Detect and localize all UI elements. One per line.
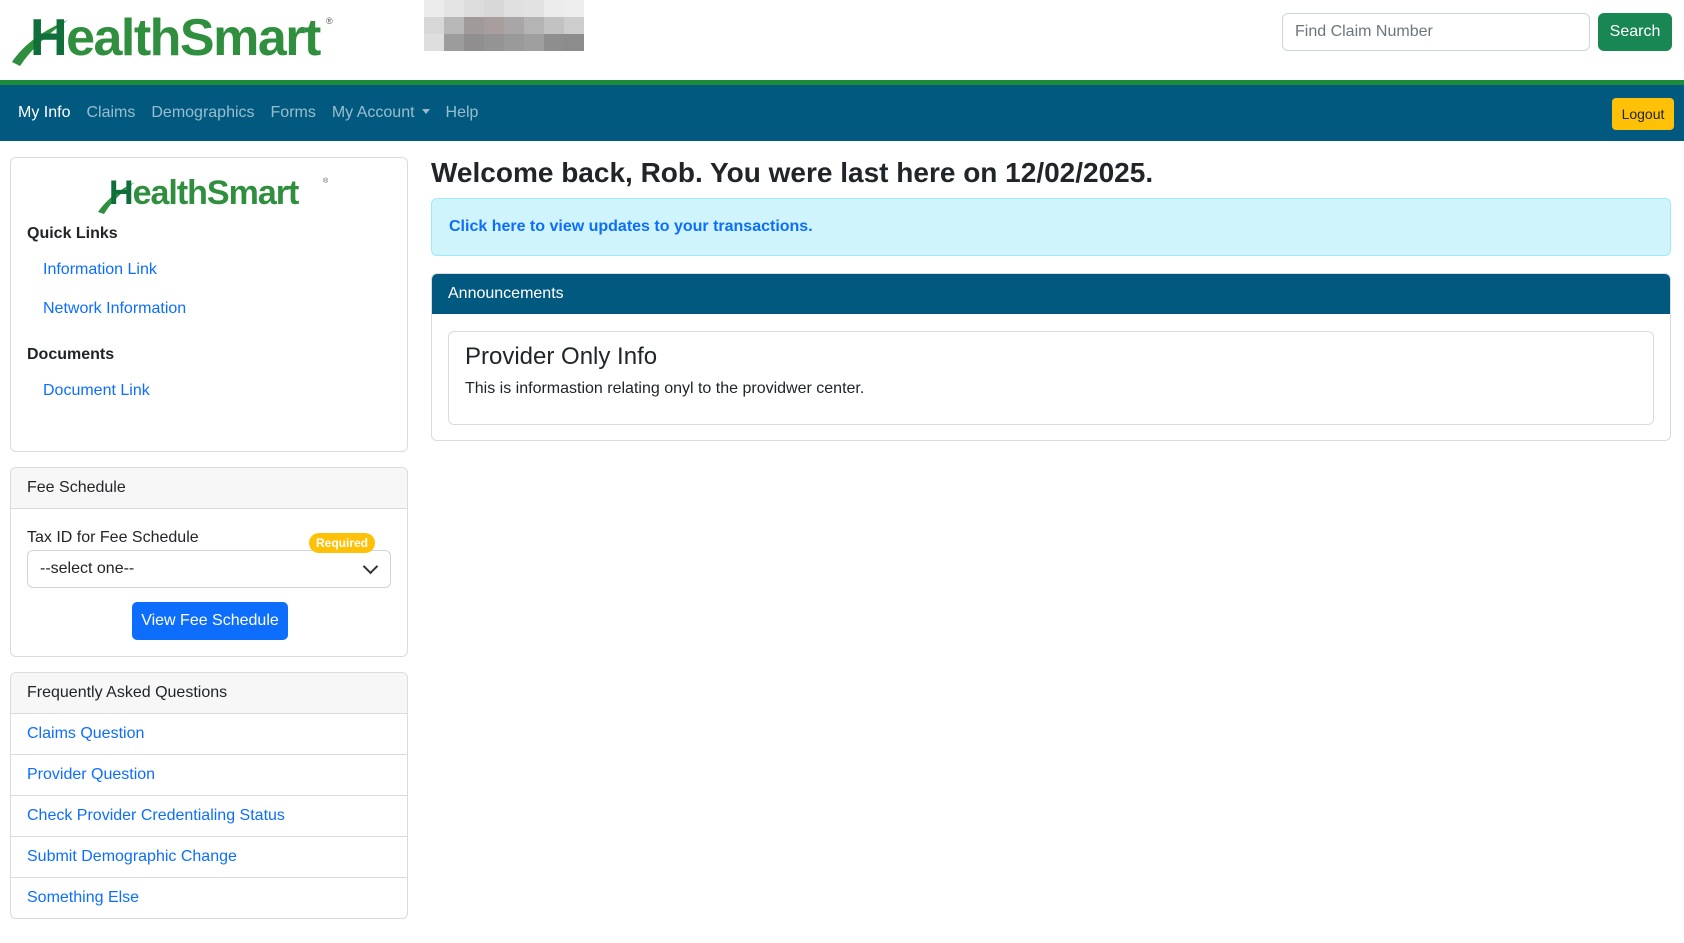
nav-item-my-account-label: My Account [331, 104, 415, 121]
view-fee-schedule-button[interactable]: View Fee Schedule [132, 602, 288, 640]
nav-item-demographics[interactable]: Demographics [151, 104, 254, 122]
announcement-item: Provider Only Info This is informastion … [448, 331, 1654, 425]
nav-item-claims[interactable]: Claims [86, 104, 135, 122]
top-header: HealthSmart ® Search [0, 0, 1684, 85]
healthsmart-logo[interactable]: HealthSmart ® [10, 8, 340, 67]
sidebar: HealthSmart ® Quick Links Information Li… [10, 157, 408, 919]
quick-links-heading: Quick Links [27, 225, 118, 242]
redacted-image [424, 0, 584, 52]
dropdown-caret-icon [421, 109, 430, 114]
logo-wordmark: ealthSmart [132, 174, 300, 212]
information-link[interactable]: Information Link [43, 261, 157, 279]
nav-item-my-info[interactable]: My Info [18, 104, 70, 122]
registered-mark: ® [326, 16, 333, 26]
main-navbar: My Info Claims Demographics Forms My Acc… [0, 85, 1684, 141]
nav-item-help[interactable]: Help [446, 104, 479, 122]
logout-button[interactable]: Logout [1612, 98, 1674, 130]
document-link[interactable]: Document Link [43, 382, 150, 400]
tax-id-label: Tax ID for Fee Schedule [27, 529, 199, 546]
fee-schedule-card: Fee Schedule Tax ID for Fee Schedule Req… [10, 467, 408, 657]
transactions-alert: Click here to view updates to your trans… [431, 198, 1671, 256]
claim-number-search-input[interactable] [1282, 13, 1590, 51]
healthsmart-logo-small: HealthSmart ® [97, 174, 337, 214]
announcement-text: This is informastion relating onyl to th… [465, 380, 865, 397]
fee-schedule-heading: Fee Schedule [11, 468, 407, 509]
nav-item-my-account[interactable]: My Account [332, 104, 430, 122]
announcement-title: Provider Only Info [465, 343, 658, 370]
logo-letter-h: H [30, 9, 68, 67]
logo-wordmark: ealthSmart [66, 9, 321, 67]
registered-mark: ® [323, 178, 329, 185]
faq-card: Frequently Asked Questions Claims Questi… [10, 672, 408, 919]
tax-id-select-value: --select one-- [40, 560, 135, 577]
required-badge: Required [309, 533, 376, 553]
announcements-heading: Announcements [432, 274, 1670, 314]
view-transactions-link[interactable]: Click here to view updates to your trans… [449, 218, 813, 235]
faq-item-provider-question[interactable]: Provider Question [11, 754, 407, 795]
tax-id-select[interactable]: --select one-- [27, 550, 391, 588]
nav-item-forms[interactable]: Forms [271, 104, 316, 122]
faq-item-something-else[interactable]: Something Else [11, 877, 407, 918]
documents-heading: Documents [27, 346, 115, 363]
quick-links-card: HealthSmart ® Quick Links Information Li… [10, 157, 408, 452]
faq-item-credentialing-status[interactable]: Check Provider Credentialing Status [11, 795, 407, 836]
welcome-heading: Welcome back, Rob. You were last here on… [431, 157, 1154, 188]
logo-letter-h: H [109, 174, 134, 212]
search-button[interactable]: Search [1598, 13, 1672, 51]
faq-item-demographic-change[interactable]: Submit Demographic Change [11, 836, 407, 877]
faq-heading: Frequently Asked Questions [11, 673, 407, 713]
chevron-down-icon [362, 558, 379, 575]
network-information-link[interactable]: Network Information [43, 300, 186, 318]
announcements-card: Announcements Provider Only Info This is… [431, 273, 1671, 441]
faq-item-claims-question[interactable]: Claims Question [11, 713, 407, 754]
